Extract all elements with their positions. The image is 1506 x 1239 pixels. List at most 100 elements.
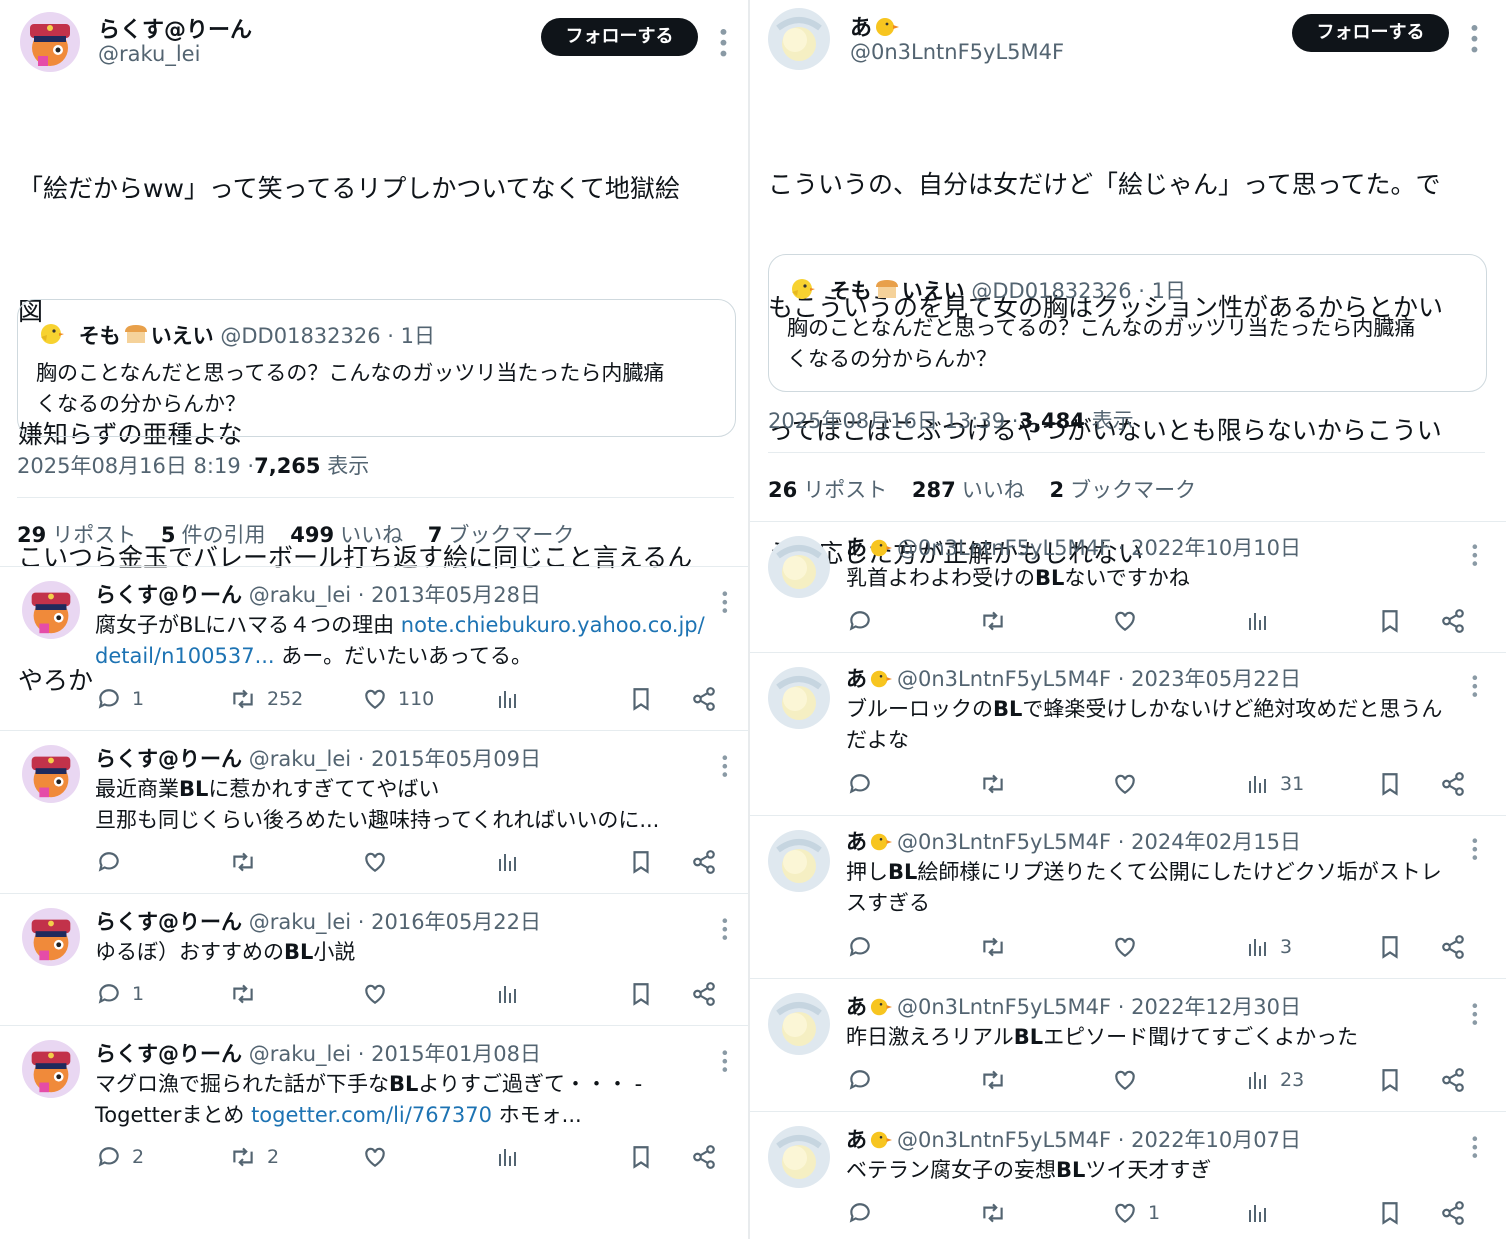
quoted-tweet[interactable]: そも いえい @DD01832326 · 1日 胸のことなんだと思ってるの？こんな…: [17, 299, 736, 437]
views-button[interactable]: [1246, 606, 1270, 636]
views-button[interactable]: [1246, 1198, 1270, 1228]
reply-handle[interactable]: @0n3LntnF5yL5M4F: [897, 667, 1111, 691]
reply-tweet[interactable]: あ @0n3LntnF5yL5M4F · 2022年12月30日 ••• 昨日激えろリ…: [750, 979, 1506, 1111]
like-stat[interactable]: 499 いいね: [290, 523, 403, 547]
reply-avatar[interactable]: [22, 581, 80, 639]
reply-author-name[interactable]: あ: [846, 830, 867, 854]
like-button[interactable]: [1112, 769, 1138, 799]
repost-button[interactable]: [979, 769, 1007, 799]
reply-handle[interactable]: @0n3LntnF5yL5M4F: [897, 536, 1111, 560]
share-button[interactable]: [1440, 1198, 1466, 1228]
reply-handle[interactable]: @raku_lei: [249, 910, 351, 934]
bookmark-stat[interactable]: 2 ブックマーク: [1049, 478, 1196, 502]
views-button[interactable]: 23: [1246, 1065, 1304, 1095]
reply-button[interactable]: [847, 932, 873, 962]
reply-avatar[interactable]: [22, 908, 80, 966]
reply-button[interactable]: [847, 769, 873, 799]
share-button[interactable]: [1440, 769, 1466, 799]
reply-tweet[interactable]: らくす@りーん @raku_lei · 2016年05月22日 ••• ゆるぼ）おす…: [0, 894, 748, 1025]
reply-tweet[interactable]: あ @0n3LntnF5yL5M4F · 2022年10月07日 ••• ベテラン腐女…: [750, 1112, 1506, 1239]
reply-avatar[interactable]: [768, 536, 830, 598]
follow-button[interactable]: フォローする: [541, 18, 698, 56]
repost-button[interactable]: [979, 1065, 1007, 1095]
reply-date[interactable]: · 2022年10月07日: [1118, 1128, 1301, 1152]
like-button[interactable]: 1: [1112, 1198, 1160, 1228]
bookmark-button[interactable]: [1378, 932, 1402, 962]
bookmark-button[interactable]: [1378, 606, 1402, 636]
repost-stat[interactable]: 26 リポスト: [768, 478, 887, 502]
reply-avatar[interactable]: [768, 1126, 830, 1188]
bookmark-button[interactable]: [1378, 769, 1402, 799]
reply-handle[interactable]: @raku_lei: [249, 1042, 351, 1066]
reply-handle[interactable]: @raku_lei: [249, 747, 351, 771]
more-icon[interactable]: •••: [711, 26, 735, 58]
reply-date[interactable]: · 2015年05月09日: [358, 747, 541, 771]
reply-avatar[interactable]: [768, 993, 830, 1055]
share-button[interactable]: [691, 684, 717, 714]
share-button[interactable]: [691, 1142, 717, 1172]
tweet-timestamp[interactable]: 2025年08月16日 13:39: [768, 409, 1005, 433]
author-handle[interactable]: @0n3LntnF5yL5M4F: [850, 40, 1064, 64]
reply-handle[interactable]: @0n3LntnF5yL5M4F: [897, 995, 1111, 1019]
reply-avatar[interactable]: [22, 1040, 80, 1098]
reply-link[interactable]: detail/n100537...: [95, 644, 275, 668]
reply-link[interactable]: togetter.com/li/767370: [251, 1103, 492, 1127]
reply-date[interactable]: · 2022年10月10日: [1118, 536, 1301, 560]
reply-link[interactable]: note.chiebukuro.yahoo.co.jp/: [401, 613, 705, 637]
reply-author-name[interactable]: あ: [846, 536, 867, 560]
like-stat[interactable]: 287 いいね: [912, 478, 1025, 502]
reply-handle[interactable]: @0n3LntnF5yL5M4F: [897, 1128, 1111, 1152]
reply-handle[interactable]: @raku_lei: [249, 583, 351, 607]
reply-author-name[interactable]: らくす@りーん: [95, 1042, 242, 1066]
bookmark-stat[interactable]: 7 ブックマーク: [428, 523, 575, 547]
reply-button[interactable]: 1: [96, 979, 144, 1009]
reply-date[interactable]: · 2013年05月28日: [358, 583, 541, 607]
views-button[interactable]: [496, 979, 520, 1009]
reply-handle[interactable]: @0n3LntnF5yL5M4F: [897, 830, 1111, 854]
views-button[interactable]: [496, 1142, 520, 1172]
reply-date[interactable]: · 2022年12月30日: [1118, 995, 1301, 1019]
like-button[interactable]: [1112, 1065, 1138, 1095]
bookmark-button[interactable]: [1378, 1198, 1402, 1228]
repost-stat[interactable]: 29 リポスト: [17, 523, 136, 547]
reply-author-name[interactable]: らくす@りーん: [95, 747, 242, 771]
reply-avatar[interactable]: [768, 667, 830, 729]
share-button[interactable]: [691, 847, 717, 877]
reply-button[interactable]: 1: [96, 684, 144, 714]
like-button[interactable]: 110: [362, 684, 434, 714]
views-button[interactable]: 31: [1246, 769, 1304, 799]
reply-author-name[interactable]: らくす@りーん: [95, 910, 242, 934]
share-button[interactable]: [1440, 606, 1466, 636]
more-icon[interactable]: •••: [1462, 22, 1486, 54]
author-avatar[interactable]: [768, 8, 830, 70]
reply-tweet[interactable]: あ @0n3LntnF5yL5M4F · 2024年02月15日 ••• 押しBL絵師…: [750, 816, 1506, 978]
follow-button[interactable]: フォローする: [1292, 14, 1449, 52]
reply-date[interactable]: · 2024年02月15日: [1118, 830, 1301, 854]
reply-button[interactable]: [847, 606, 873, 636]
reply-button[interactable]: 2: [96, 1142, 144, 1172]
bookmark-button[interactable]: [1378, 1065, 1402, 1095]
views-button[interactable]: [496, 684, 520, 714]
bookmark-button[interactable]: [629, 847, 653, 877]
share-button[interactable]: [1440, 1065, 1466, 1095]
like-button[interactable]: [1112, 606, 1138, 636]
reply-author-name[interactable]: あ: [846, 1128, 867, 1152]
reply-button[interactable]: [847, 1065, 873, 1095]
reply-tweet[interactable]: らくす@りーん @raku_lei · 2015年01月08日 ••• マグロ漁で掘…: [0, 1026, 748, 1196]
reply-avatar[interactable]: [768, 830, 830, 892]
reply-avatar[interactable]: [22, 745, 80, 803]
author-handle[interactable]: @raku_lei: [98, 42, 200, 66]
bookmark-button[interactable]: [629, 1142, 653, 1172]
repost-button[interactable]: [229, 979, 257, 1009]
like-button[interactable]: [1112, 932, 1138, 962]
reply-button[interactable]: [96, 847, 122, 877]
repost-button[interactable]: [979, 932, 1007, 962]
bookmark-button[interactable]: [629, 684, 653, 714]
repost-button[interactable]: [979, 606, 1007, 636]
share-button[interactable]: [1440, 932, 1466, 962]
author-name[interactable]: らくす@りーん: [98, 12, 252, 44]
reply-author-name[interactable]: あ: [846, 995, 867, 1019]
like-button[interactable]: [362, 847, 388, 877]
reply-author-name[interactable]: あ: [846, 667, 867, 691]
repost-button[interactable]: 252: [229, 684, 303, 714]
